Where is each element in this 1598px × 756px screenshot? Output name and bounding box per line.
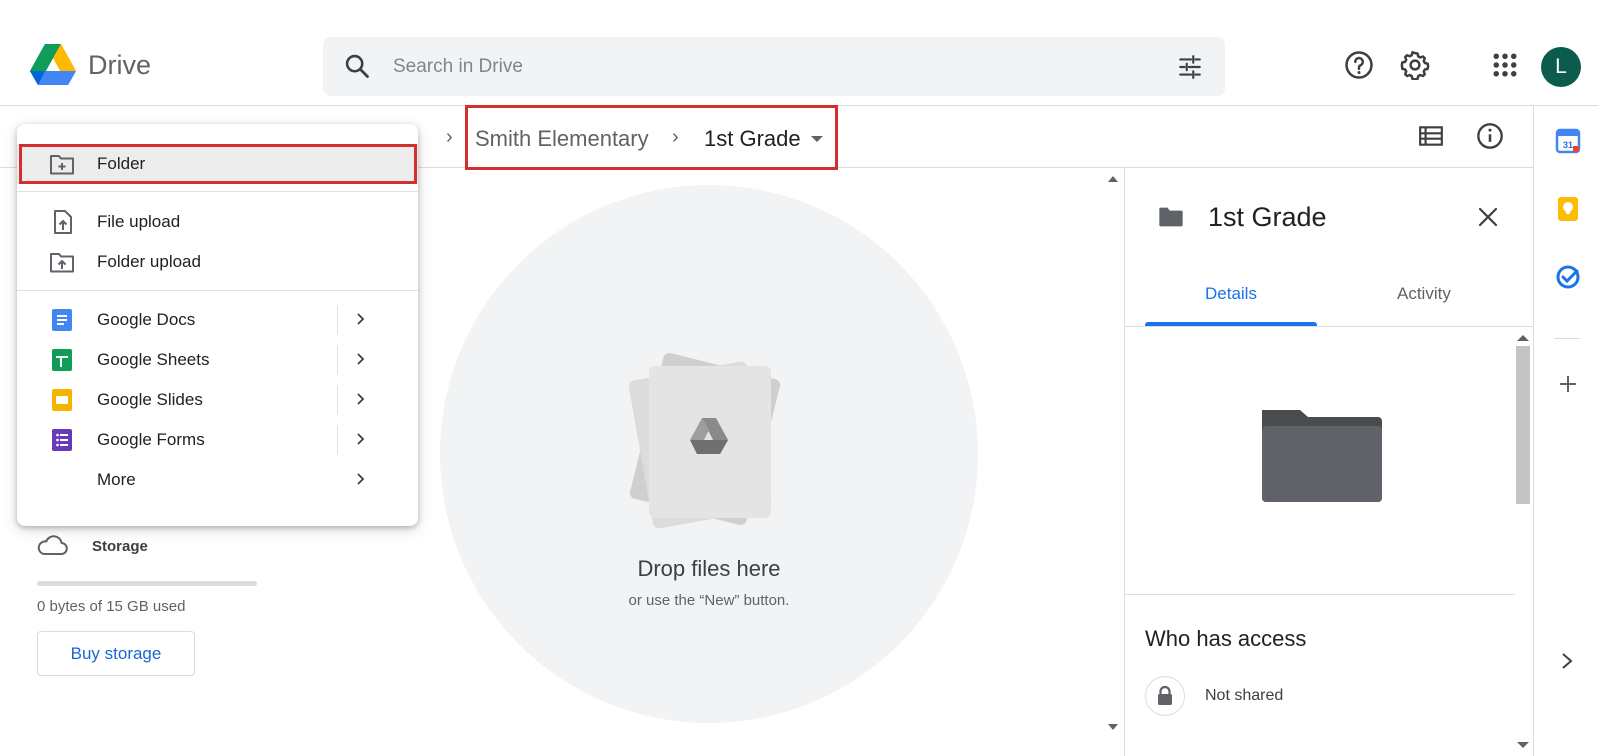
chevron-right-icon[interactable] (355, 309, 367, 329)
lock-icon (1145, 676, 1185, 716)
details-panel: 1st Grade Details Activity Who has acces… (1124, 168, 1534, 756)
chevron-right-icon[interactable] (355, 349, 367, 369)
calendar-icon[interactable]: 31 (1555, 128, 1581, 154)
menu-item-label: Google Sheets (97, 350, 210, 369)
menu-divider (17, 290, 418, 291)
rail-divider (1554, 338, 1580, 339)
drop-files-subtitle: or use the “New” button. (628, 592, 790, 609)
search-options-icon[interactable] (1177, 54, 1203, 80)
calendar-day: 31 (1563, 140, 1573, 150)
scrollbar-thumb[interactable] (1516, 346, 1530, 504)
menu-item-label: Google Forms (97, 430, 205, 449)
main-scrollbar[interactable] (1103, 171, 1123, 736)
docs-icon (52, 309, 72, 331)
storage-used-text: 0 bytes of 15 GB used (37, 598, 186, 615)
help-icon[interactable] (1344, 50, 1374, 80)
menu-item-separator (337, 425, 338, 455)
menu-item-google-slides[interactable]: Google Slides (17, 380, 418, 420)
chevron-right-icon[interactable] (1560, 652, 1574, 670)
buy-storage-button[interactable]: Buy storage (37, 631, 195, 676)
panel-title: 1st Grade (1208, 202, 1327, 232)
menu-item-more[interactable]: More (17, 460, 418, 500)
menu-item-label: More (97, 470, 136, 489)
app-name[interactable]: Drive (88, 50, 151, 81)
search-icon[interactable] (343, 52, 371, 80)
highlight-box (19, 144, 417, 184)
account-avatar[interactable]: L (1541, 47, 1581, 87)
list-view-icon[interactable] (1418, 124, 1444, 148)
menu-item-separator (337, 305, 338, 335)
breadcrumb-separator-icon: › (446, 126, 453, 148)
chevron-right-icon[interactable] (355, 429, 367, 449)
menu-item-separator (337, 345, 338, 375)
settings-gear-icon[interactable] (1400, 50, 1430, 80)
tab-details[interactable]: Details (1205, 284, 1257, 304)
menu-item-label: Folder upload (97, 252, 201, 271)
keep-icon[interactable] (1555, 196, 1581, 222)
tab-activity[interactable]: Activity (1397, 284, 1451, 304)
add-icon[interactable] (1558, 374, 1578, 394)
folder-preview-icon (1262, 410, 1382, 502)
menu-item-google-docs[interactable]: Google Docs (17, 300, 418, 340)
highlight-box (465, 105, 838, 170)
folder-icon (1159, 207, 1183, 227)
menu-item-file-upload[interactable]: File upload (17, 202, 418, 242)
menu-item-label: File upload (97, 212, 181, 231)
storage-label[interactable]: Storage (92, 538, 148, 555)
tab-divider (1125, 326, 1534, 327)
tasks-icon[interactable] (1555, 264, 1581, 290)
apps-grid-icon[interactable] (1490, 50, 1520, 80)
menu-item-google-sheets[interactable]: Google Sheets (17, 340, 418, 380)
chevron-right-icon[interactable] (355, 389, 367, 409)
folder-upload-icon (50, 253, 74, 273)
menu-item-google-forms[interactable]: Google Forms (17, 420, 418, 460)
file-upload-icon (54, 210, 72, 234)
side-panel-rail: 31 (1533, 106, 1598, 756)
forms-icon (52, 429, 72, 451)
menu-item-label: Google Slides (97, 390, 203, 409)
top-bar: Drive L (0, 0, 1598, 106)
slides-icon (52, 389, 72, 411)
new-menu: Folder File upload Folder upload Google … (17, 124, 418, 526)
panel-scrollbar[interactable] (1513, 328, 1533, 756)
sheets-icon (52, 349, 72, 371)
drop-files-illustration-icon (628, 352, 781, 529)
cloud-icon (37, 535, 68, 555)
menu-divider (17, 191, 418, 192)
info-icon[interactable] (1476, 122, 1504, 150)
search-bar[interactable] (323, 37, 1225, 96)
chevron-right-icon[interactable] (355, 469, 367, 489)
drop-files-title: Drop files here (637, 556, 781, 581)
access-status: Not shared (1205, 687, 1284, 704)
search-input[interactable] (393, 37, 1133, 96)
section-divider (1125, 594, 1515, 595)
menu-item-separator (337, 385, 338, 415)
drive-logo-icon[interactable] (30, 44, 76, 86)
who-has-access-heading: Who has access (1145, 626, 1307, 651)
storage-bar (37, 581, 257, 586)
close-icon[interactable] (1477, 206, 1499, 228)
menu-item-label: Google Docs (97, 310, 196, 329)
menu-item-folder-upload[interactable]: Folder upload (17, 242, 418, 282)
